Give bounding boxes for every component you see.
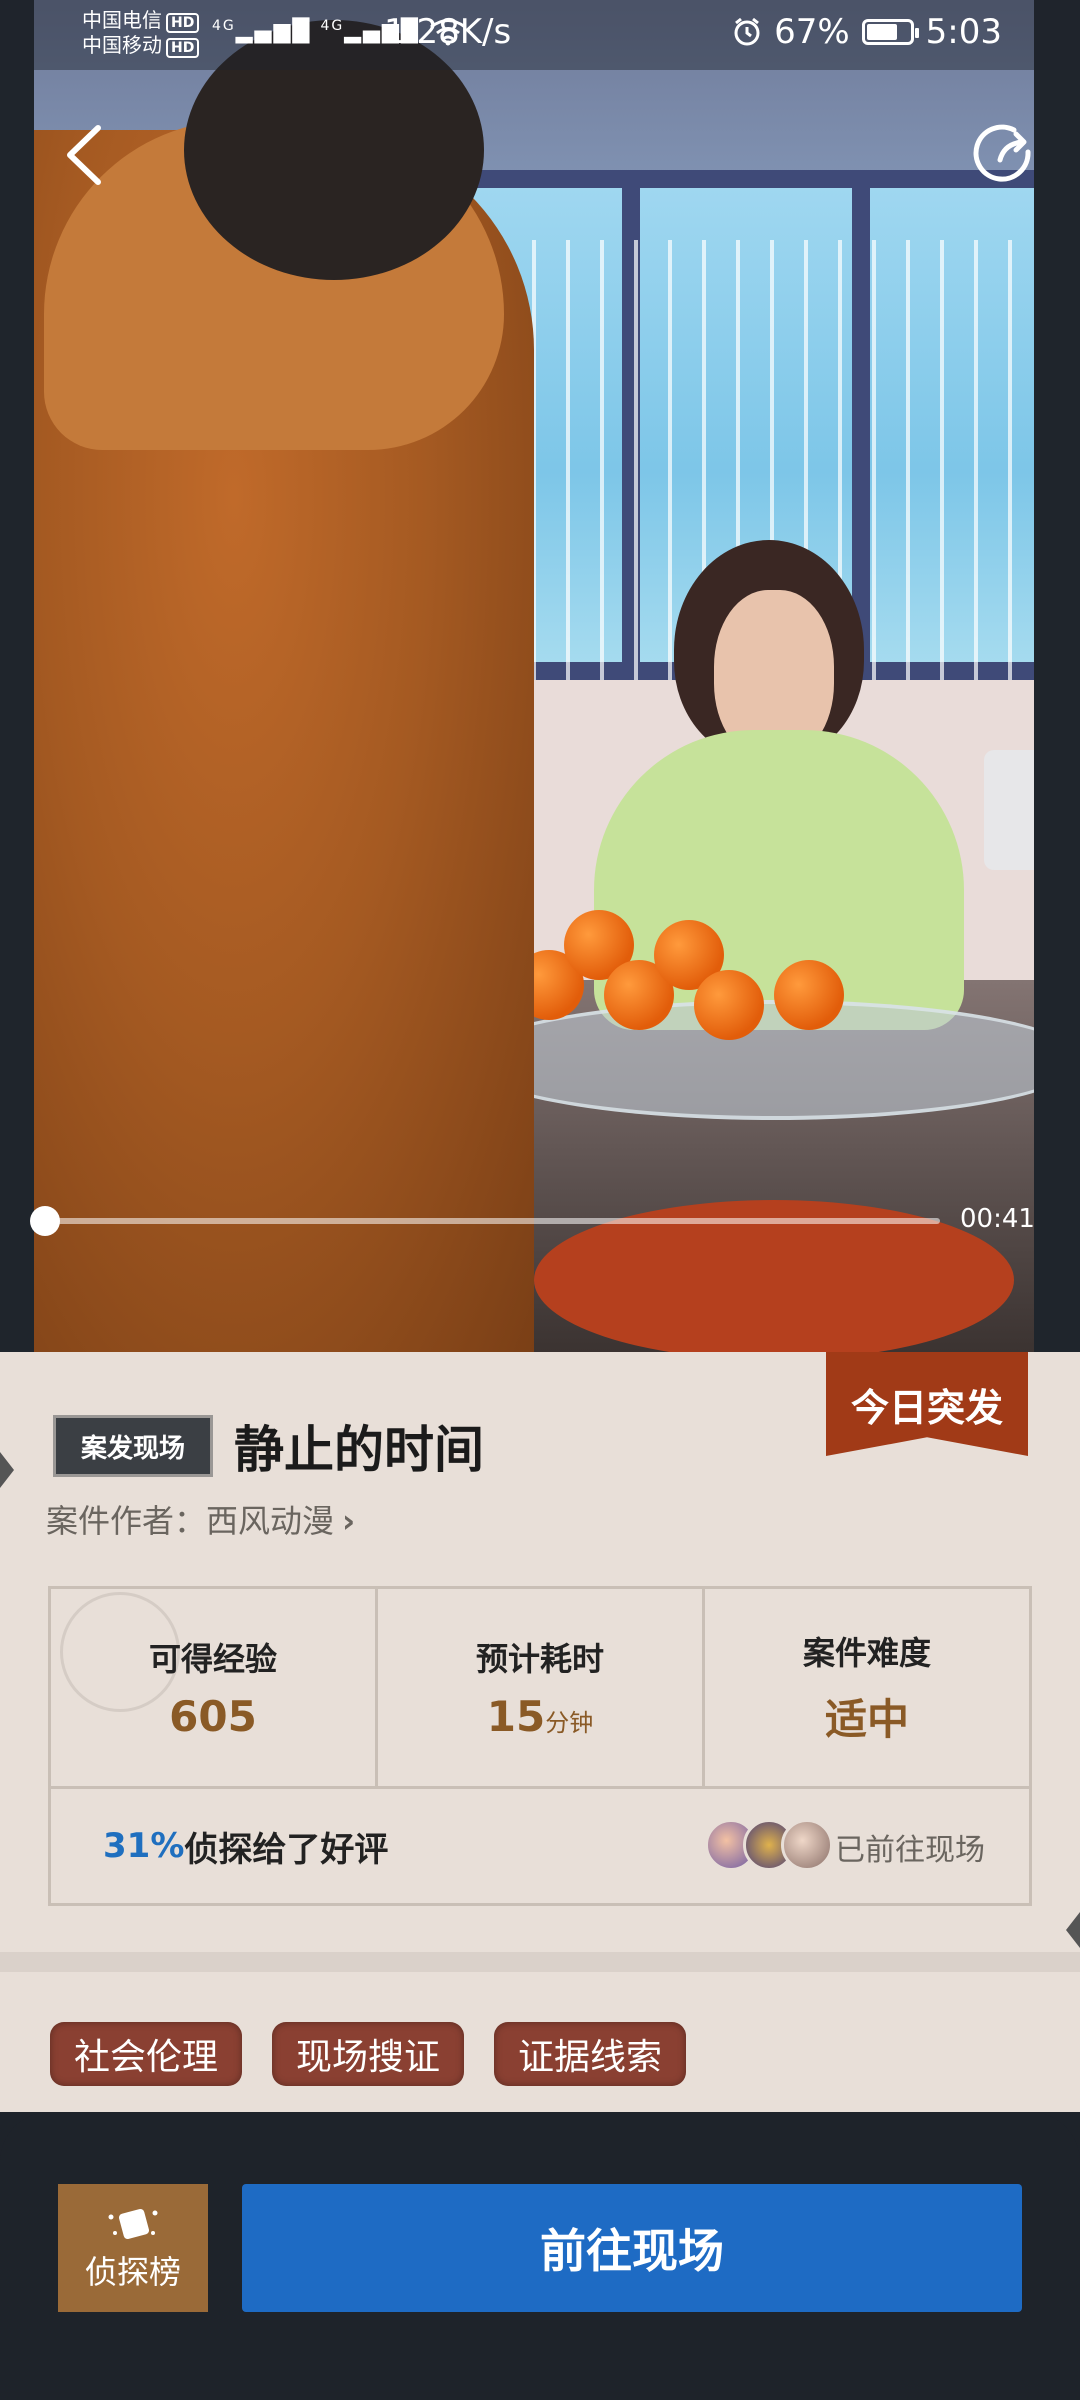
video-duration: 00:41 — [960, 1204, 1035, 1234]
detective-rank-button[interactable]: 侦探榜 — [58, 2184, 208, 2312]
back-arrow-icon — [67, 125, 101, 185]
today-ribbon: 今日突发 — [826, 1352, 1028, 1456]
trophy-sparkle-icon — [108, 2208, 158, 2240]
stat-experience: 可得经验 605 — [51, 1589, 378, 1786]
network-type-1: 4G — [212, 18, 236, 34]
case-type-tag: 案发现场 — [56, 1418, 210, 1474]
network-type-2: 4G — [320, 18, 345, 34]
tag-chip[interactable]: 现场搜证 — [272, 2022, 465, 2086]
bottom-action-bar: 侦探榜 前往现场 — [0, 2112, 1080, 2400]
status-right: 67% 5:03 — [732, 12, 1002, 52]
case-title: 静止的时间 — [234, 1420, 484, 1479]
go-to-scene-button[interactable]: 前往现场 — [242, 2184, 1022, 2312]
rank-label: 侦探榜 — [84, 2253, 181, 2291]
stat-difficulty: 案件难度 适中 — [705, 1589, 1029, 1786]
share-icon — [973, 124, 1031, 182]
stat-value: 15 — [486, 1692, 546, 1741]
author-link[interactable]: 案件作者：西风动漫 › — [46, 1496, 355, 1542]
rating-percent: 31% — [103, 1826, 185, 1866]
avatar — [781, 1819, 833, 1871]
battery-percent: 67% — [774, 12, 850, 52]
case-card: 今日突发 案发现场 静止的时间 案件作者：西风动漫 › 可得经验 605 预计耗时… — [0, 1352, 1080, 2112]
battery-icon — [861, 19, 919, 45]
back-button[interactable] — [58, 120, 118, 190]
author-label: 案件作者：西风动漫 — [46, 1502, 335, 1540]
case-stats: 可得经验 605 预计耗时 15分钟 案件难度 适中 31% 侦探给了好评 已前… — [48, 1586, 1032, 1906]
visited-text: 已前往现场 — [835, 1833, 985, 1868]
video-progress-knob[interactable] — [30, 1206, 60, 1236]
case-tags: 社会伦理 现场搜证 证据线索 — [50, 2022, 687, 2086]
video-frame[interactable] — [34, 0, 1034, 1352]
carrier-2: 中国移动 — [82, 33, 162, 57]
visitor-avatars — [705, 1819, 833, 1871]
video-progress-track[interactable] — [44, 1218, 940, 1224]
edge-marker-icon — [0, 1452, 14, 1488]
rating-text: 侦探给了好评 — [184, 1829, 389, 1870]
stat-label: 案件难度 — [802, 1634, 931, 1672]
status-bar: 中国电信 HD 中国移动 HD 4G▂▄▆█ 4G▂▄▆█ 1.28K/s 67% … — [0, 0, 1080, 70]
stat-unit: 分钟 — [545, 1709, 594, 1737]
chevron-right-icon: › — [342, 1502, 356, 1540]
stats-row: 可得经验 605 预计耗时 15分钟 案件难度 适中 — [51, 1589, 1029, 1789]
signal-icon: ▂▄▆█ — [235, 19, 312, 44]
scene-jug — [984, 750, 1034, 870]
edge-marker-icon — [1066, 1912, 1080, 1948]
stat-value: 605 — [169, 1692, 257, 1741]
share-button[interactable] — [970, 120, 1040, 190]
stat-value: 适中 — [824, 1695, 909, 1744]
scene-orange — [774, 960, 844, 1030]
stat-label: 预计耗时 — [475, 1640, 604, 1678]
net-speed: 1.28K/s — [384, 12, 512, 52]
carrier-info: 中国电信 HD 中国移动 HD — [82, 8, 200, 58]
tag-chip[interactable]: 证据线索 — [494, 2022, 687, 2086]
tag-chip[interactable]: 社会伦理 — [50, 2022, 243, 2086]
carrier-1: 中国电信 — [82, 8, 162, 32]
scene-orange — [694, 970, 764, 1040]
clock: 5:03 — [925, 12, 1002, 52]
video-player[interactable]: 中国电信 HD 中国移动 HD 4G▂▄▆█ 4G▂▄▆█ 1.28K/s 67% … — [0, 0, 1080, 1352]
rating-row: 31% 侦探给了好评 已前往现场 — [51, 1789, 1029, 1903]
divider — [0, 1952, 1080, 1972]
hd-badge: HD — [166, 13, 200, 33]
hd-badge: HD — [166, 38, 200, 58]
alarm-icon — [734, 17, 760, 46]
stat-time: 预计耗时 15分钟 — [378, 1589, 705, 1786]
stat-label: 可得经验 — [148, 1640, 277, 1678]
